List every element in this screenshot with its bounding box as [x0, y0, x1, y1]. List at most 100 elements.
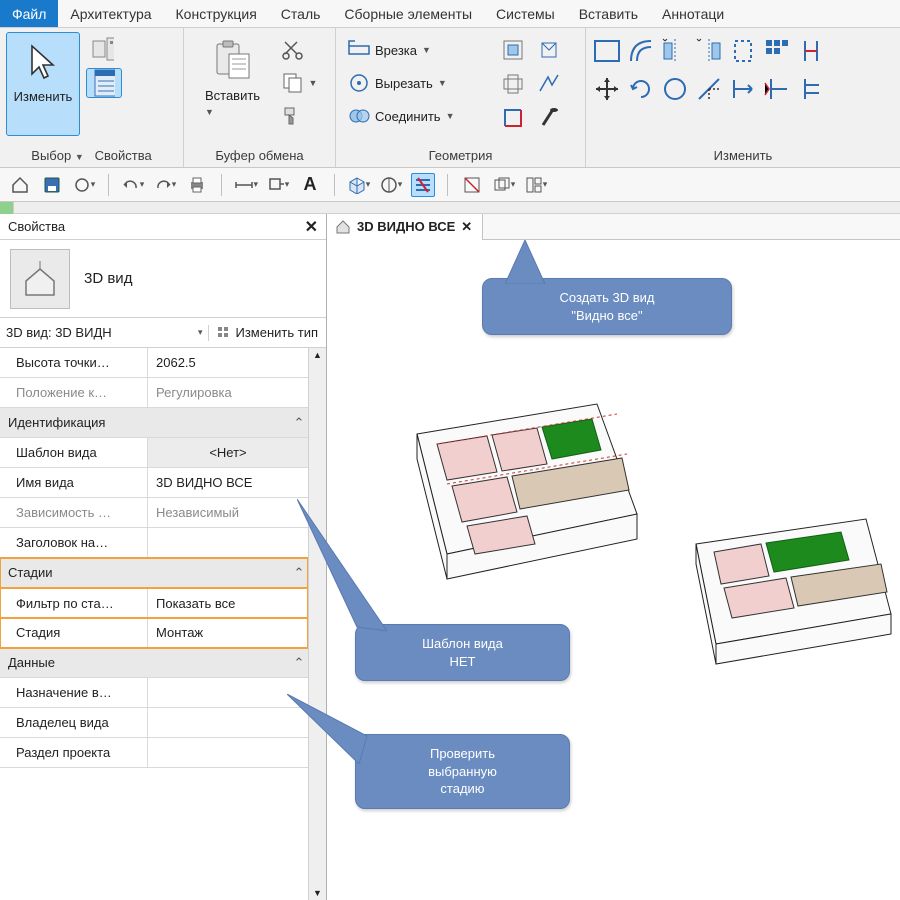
close-icon[interactable]: ✕ — [305, 217, 318, 237]
mirror-pick-button[interactable] — [660, 36, 690, 66]
extend-button[interactable] — [728, 74, 758, 104]
trim-col-button[interactable] — [796, 36, 826, 66]
rotate-button[interactable] — [626, 74, 656, 104]
options-bar-green — [0, 202, 14, 214]
geom-icon-c[interactable] — [498, 103, 528, 133]
chevron-icon[interactable]: ⌃ — [290, 648, 308, 677]
ribbon: Изменить Выбор ▼ Свойства — [0, 28, 900, 168]
ribbon-group-modify-label: Изменить — [592, 145, 894, 167]
geom-icon-e[interactable] — [534, 69, 564, 99]
cut-button[interactable] — [276, 35, 324, 65]
qat-undo-button[interactable]: ▾ — [121, 173, 145, 197]
prop-disc-v[interactable] — [148, 738, 308, 767]
close-icon[interactable]: ✕ — [461, 219, 472, 235]
qat-switch-win-button[interactable]: ▾ — [492, 173, 516, 197]
floorplan-model-2 — [666, 514, 896, 694]
split-gap-button[interactable] — [796, 74, 826, 104]
qat-3d-button[interactable]: ▾ — [347, 173, 371, 197]
properties-filter-button[interactable] — [86, 68, 122, 98]
qat-print-button[interactable] — [185, 173, 209, 197]
prop-purpose-v[interactable] — [148, 678, 308, 707]
prop-eye-elev-v[interactable]: 2062.5 — [148, 348, 308, 377]
prop-viewname-v[interactable]: 3D ВИДНО ВСЕ — [148, 468, 308, 497]
properties-panel: Свойства ✕ 3D вид 3D вид: 3D ВИДН ▾ Изме… — [0, 214, 327, 900]
view-canvas[interactable]: 3D ВИДНО ВСЕ ✕ — [327, 214, 900, 900]
menu-systems[interactable]: Системы — [484, 0, 567, 27]
cut-geom-icon — [348, 72, 370, 94]
geom-icon-f[interactable] — [534, 103, 564, 133]
qat-tag-button[interactable]: ▾ — [266, 173, 290, 197]
geom-icon-b[interactable] — [498, 69, 528, 99]
properties-title: Свойства — [8, 219, 65, 234]
prop-phase-v[interactable]: Монтаж — [148, 618, 308, 647]
ribbon-group-geometry-label: Геометрия — [342, 145, 579, 167]
section-identification[interactable]: Идентификация — [0, 408, 290, 437]
qat-section-button[interactable]: ▾ — [379, 173, 403, 197]
join-icon — [348, 105, 370, 127]
prop-owner-v[interactable] — [148, 708, 308, 737]
prop-template-v[interactable]: <Нет> — [148, 438, 308, 467]
copy-button[interactable]: ▼ — [276, 68, 324, 98]
section-data[interactable]: Данные — [0, 648, 290, 677]
menu-structure[interactable]: Конструкция — [164, 0, 269, 27]
section-phases[interactable]: Стадии — [0, 558, 290, 587]
paste-button[interactable]: Вставить▼ — [196, 32, 270, 136]
qat-redo-button[interactable]: ▾ — [153, 173, 177, 197]
menu-precast[interactable]: Сборные элементы — [332, 0, 484, 27]
properties-panel-icon — [93, 72, 115, 94]
menu-steel[interactable]: Сталь — [269, 0, 333, 27]
type-selector[interactable]: 3D вид — [0, 240, 326, 318]
scroll-down-icon[interactable]: ▼ — [313, 888, 322, 898]
move-button[interactable] — [592, 74, 622, 104]
edit-type-button[interactable]: Изменить тип — [209, 325, 326, 340]
chevron-icon[interactable]: ⌃ — [290, 408, 308, 437]
menu-insert[interactable]: Вставить — [567, 0, 650, 27]
matchprops-button[interactable] — [276, 101, 324, 131]
prop-viewname-k: Имя вида — [0, 468, 148, 497]
modify-button[interactable]: Изменить — [6, 32, 80, 136]
array-button[interactable] — [762, 36, 792, 66]
cut-geom-button[interactable]: Вырезать ▼ — [342, 68, 492, 98]
type-name: 3D вид — [84, 270, 132, 287]
scissors-icon — [282, 39, 304, 61]
menubar: Файл Архитектура Конструкция Сталь Сборн… — [0, 0, 900, 28]
qat-home-button[interactable] — [8, 173, 32, 197]
offset-button[interactable] — [626, 36, 656, 66]
callout-arrow-2 — [297, 499, 387, 639]
qat-tile-button[interactable]: ▾ — [524, 173, 548, 197]
modify-label: Изменить — [14, 89, 73, 104]
menu-file[interactable]: Файл — [0, 0, 58, 27]
view-tab-3d[interactable]: 3D ВИДНО ВСЕ ✕ — [327, 214, 483, 240]
cope-button[interactable]: Врезка ▼ — [342, 35, 492, 65]
geom-icon-d[interactable] — [534, 35, 564, 65]
callout-arrow-1 — [505, 240, 545, 284]
qat-sync-button[interactable]: ▾ — [72, 173, 96, 197]
qat-text-button[interactable]: A — [298, 173, 322, 197]
join-button[interactable]: Соединить ▼ — [342, 101, 492, 131]
split-button[interactable] — [728, 36, 758, 66]
qat-save-button[interactable] — [40, 173, 64, 197]
instance-combo[interactable]: 3D вид: 3D ВИДН ▾ — [0, 325, 209, 341]
menu-annotate[interactable]: Аннотаци — [650, 0, 736, 27]
callout-arrow-3 — [287, 694, 377, 764]
prop-dep-v: Независимый — [148, 498, 308, 527]
prop-phasefilter-k: Фильтр по ста… — [0, 588, 148, 618]
prop-dep-k: Зависимость … — [0, 498, 148, 527]
prop-eye-elev-k: Высота точки… — [0, 348, 148, 377]
copy-mod-button[interactable] — [660, 74, 690, 104]
prop-titleon-v[interactable] — [148, 528, 308, 557]
grid-icon — [217, 326, 231, 340]
prop-phasefilter-v[interactable]: Показать все — [148, 588, 308, 618]
split-el-button[interactable] — [762, 74, 792, 104]
type-props-button[interactable] — [86, 35, 122, 65]
menu-architecture[interactable]: Архитектура — [58, 0, 163, 27]
align-button[interactable] — [592, 36, 622, 66]
mirror-draw-button[interactable] — [694, 36, 724, 66]
trim-button[interactable] — [694, 74, 724, 104]
geom-icon-a[interactable] — [498, 35, 528, 65]
scroll-up-icon[interactable]: ▲ — [313, 350, 322, 360]
prop-purpose-k: Назначение в… — [0, 678, 148, 707]
qat-close-hidden-button[interactable] — [460, 173, 484, 197]
qat-thinlines-button[interactable] — [411, 173, 435, 197]
qat-measure-button[interactable]: ▾ — [234, 173, 258, 197]
